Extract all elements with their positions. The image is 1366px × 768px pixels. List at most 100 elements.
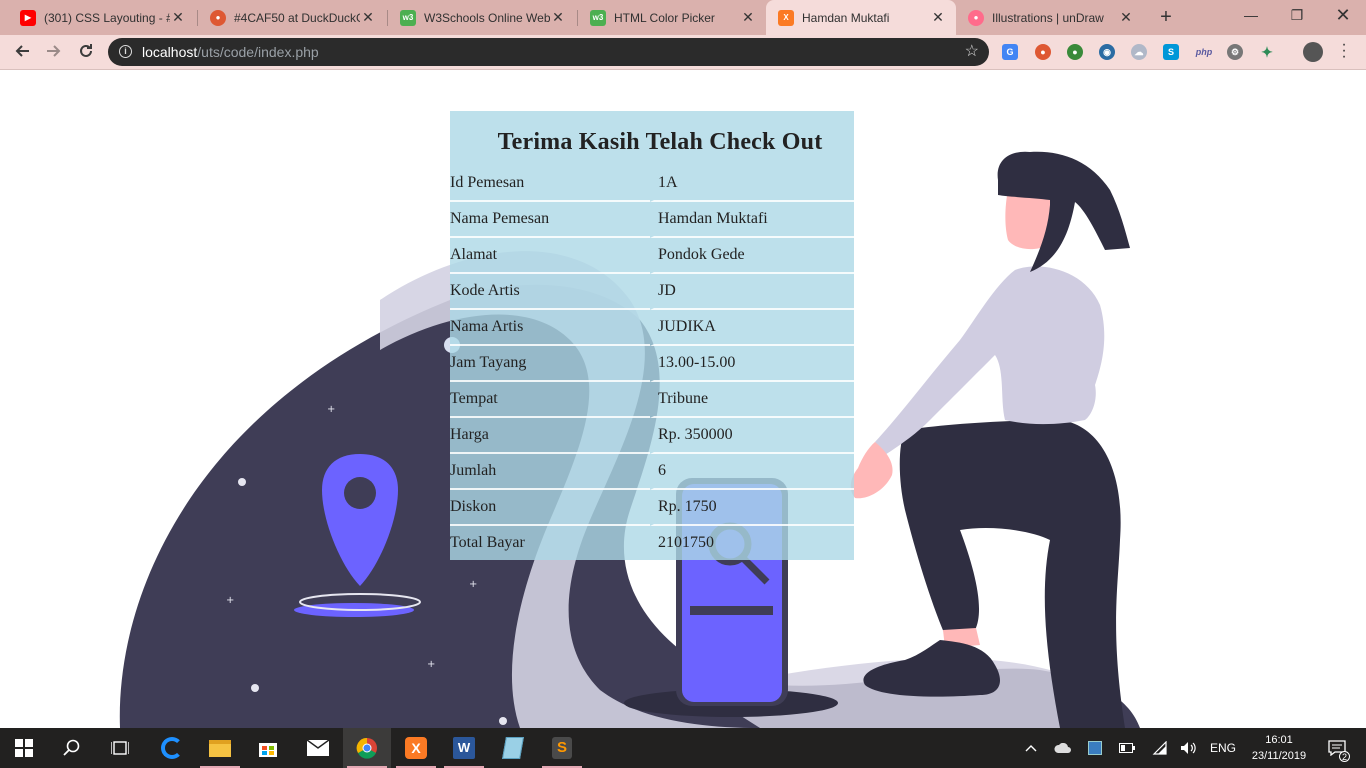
restore-button[interactable]: ❐ [1274,0,1320,32]
table-row: Jumlah 6 [450,454,854,490]
duckduckgo-icon: ● [210,9,226,26]
chrome-icon [356,737,377,759]
chrome-taskbar-button[interactable] [343,728,391,768]
word-taskbar-button[interactable]: W [440,728,488,768]
row-label: Alamat [450,238,650,274]
star-plus: + [327,404,335,415]
wifi-icon[interactable] [1149,728,1171,768]
clock-date: 23/11/2019 [1251,750,1307,762]
skype-icon[interactable]: S [1163,44,1179,60]
table-row: Tempat Tribune [450,382,854,418]
settings-icon[interactable]: ⚙ [1227,44,1243,60]
youtube-icon: ▶ [20,9,36,26]
close-tab-icon[interactable]: ✕ [550,9,566,26]
profile-avatar[interactable] [1303,42,1323,62]
back-button[interactable] [8,39,36,67]
close-tab-icon[interactable]: ✕ [360,9,376,26]
row-value: 1A [650,166,854,202]
tab-color-picker[interactable]: w3 HTML Color Picker ✕ [578,0,766,35]
windows-taskbar: X W S ENG 16:01 23/11/2019 2 [0,728,1366,768]
row-label: Id Pemesan [450,166,650,202]
tab-hamdan-muktafi[interactable]: X Hamdan Muktafi ✕ [766,0,956,35]
row-label: Nama Artis [450,310,650,346]
bookmark-star-icon[interactable]: ☆ [965,41,979,61]
action-center-button[interactable]: 2 [1320,728,1354,768]
search-icon [63,739,80,756]
volume-icon[interactable] [1178,728,1200,768]
notepad-taskbar-button[interactable] [489,728,537,768]
php-icon[interactable]: php [1193,44,1215,60]
table-row: Diskon Rp. 1750 [450,490,854,526]
row-label: Jam Tayang [450,346,650,382]
star-plus: + [469,579,477,590]
page-title: Terima Kasih Telah Check Out [497,129,823,155]
xampp-tray-icon[interactable] [1084,728,1106,768]
edge-taskbar-button[interactable] [148,728,196,768]
globe-icon[interactable]: ● [1067,44,1083,60]
page-viewport: + + + + Terima Kasih Telah Check Out Id … [0,70,1366,728]
row-value: Hamdan Muktafi [650,202,854,238]
tab-w3schools[interactable]: w3 W3Schools Online Web ✕ [388,0,576,35]
minimize-button[interactable]: — [1228,0,1274,32]
phone-bar [690,606,773,615]
close-tab-icon[interactable]: ✕ [170,9,186,26]
onedrive-icon[interactable] [1052,728,1074,768]
star-dot [238,478,246,486]
mail-taskbar-button[interactable] [294,728,342,768]
tab-title: HTML Color Picker [614,10,715,25]
tab-css-layouting[interactable]: ▶ (301) CSS Layouting - # ✕ [8,0,196,35]
task-view-button[interactable] [96,728,144,768]
start-button[interactable] [0,728,48,768]
row-value: JUDIKA [650,310,854,346]
w3schools-icon: w3 [590,9,606,26]
tab-title: W3Schools Online Web [424,10,550,25]
owl-icon[interactable]: ◉ [1099,44,1115,60]
forward-button[interactable] [40,39,68,67]
row-value: Tribune [650,382,854,418]
checkout-summary: Terima Kasih Telah Check Out Id Pemesan 1… [450,111,854,560]
address-url[interactable]: localhost/uts/code/index.php [142,44,319,60]
tab-undraw[interactable]: ● Illustrations | unDraw ✕ [956,0,1144,35]
star-tool-icon[interactable]: ✦ [1259,44,1275,60]
battery-icon[interactable] [1116,728,1138,768]
address-bar[interactable]: i localhost/uts/code/index.php ☆ [108,38,989,66]
close-tab-icon[interactable]: ✕ [1118,9,1134,26]
duckduckgo-icon[interactable]: ● [1035,44,1051,60]
xampp-icon: X [405,737,427,759]
star-dot [499,717,507,725]
reload-button[interactable] [72,39,100,67]
translate-icon[interactable]: G [1002,44,1018,60]
row-label: Jumlah [450,454,650,490]
checkout-table: Id Pemesan 1A Nama Pemesan Hamdan Muktafi … [450,166,854,560]
close-tab-icon[interactable]: ✕ [930,9,946,26]
sublime-icon: S [552,737,572,759]
tab-duckduckgo[interactable]: ● #4CAF50 at DuckDuckGo ✕ [198,0,386,35]
map-pin-hole [344,477,376,509]
language-indicator[interactable]: ENG [1206,728,1240,768]
chrome-menu-icon[interactable]: · · · [1338,37,1350,65]
file-explorer-taskbar-button[interactable] [196,728,244,768]
forward-arrow-icon [47,45,61,57]
xampp-icon: X [778,9,794,26]
clouds-icon[interactable]: ☁ [1131,44,1147,60]
clock-time: 16:01 [1265,734,1293,746]
xampp-taskbar-button[interactable]: X [392,728,440,768]
store-taskbar-button[interactable] [244,728,292,768]
new-tab-button[interactable]: + [1154,5,1178,29]
row-value: Rp. 350000 [650,418,854,454]
site-info-icon[interactable]: i [119,45,132,58]
show-hidden-icons-button[interactable] [1020,728,1042,768]
row-label: Total Bayar [450,534,525,551]
close-window-button[interactable]: ✕ [1320,0,1366,32]
taskbar-clock[interactable]: 16:01 23/11/2019 [1240,732,1318,764]
task-view-icon [111,741,129,755]
w3schools-icon: w3 [400,9,416,26]
sublime-taskbar-button[interactable]: S [538,728,586,768]
row-value: 13.00-15.00 [650,346,854,382]
close-tab-icon[interactable]: ✕ [740,9,756,26]
table-row: Nama Artis JUDIKA [450,310,854,346]
row-label: Nama Pemesan [450,202,650,238]
taskbar-search-button[interactable] [48,728,96,768]
back-arrow-icon [15,45,29,57]
edge-icon [161,737,183,759]
